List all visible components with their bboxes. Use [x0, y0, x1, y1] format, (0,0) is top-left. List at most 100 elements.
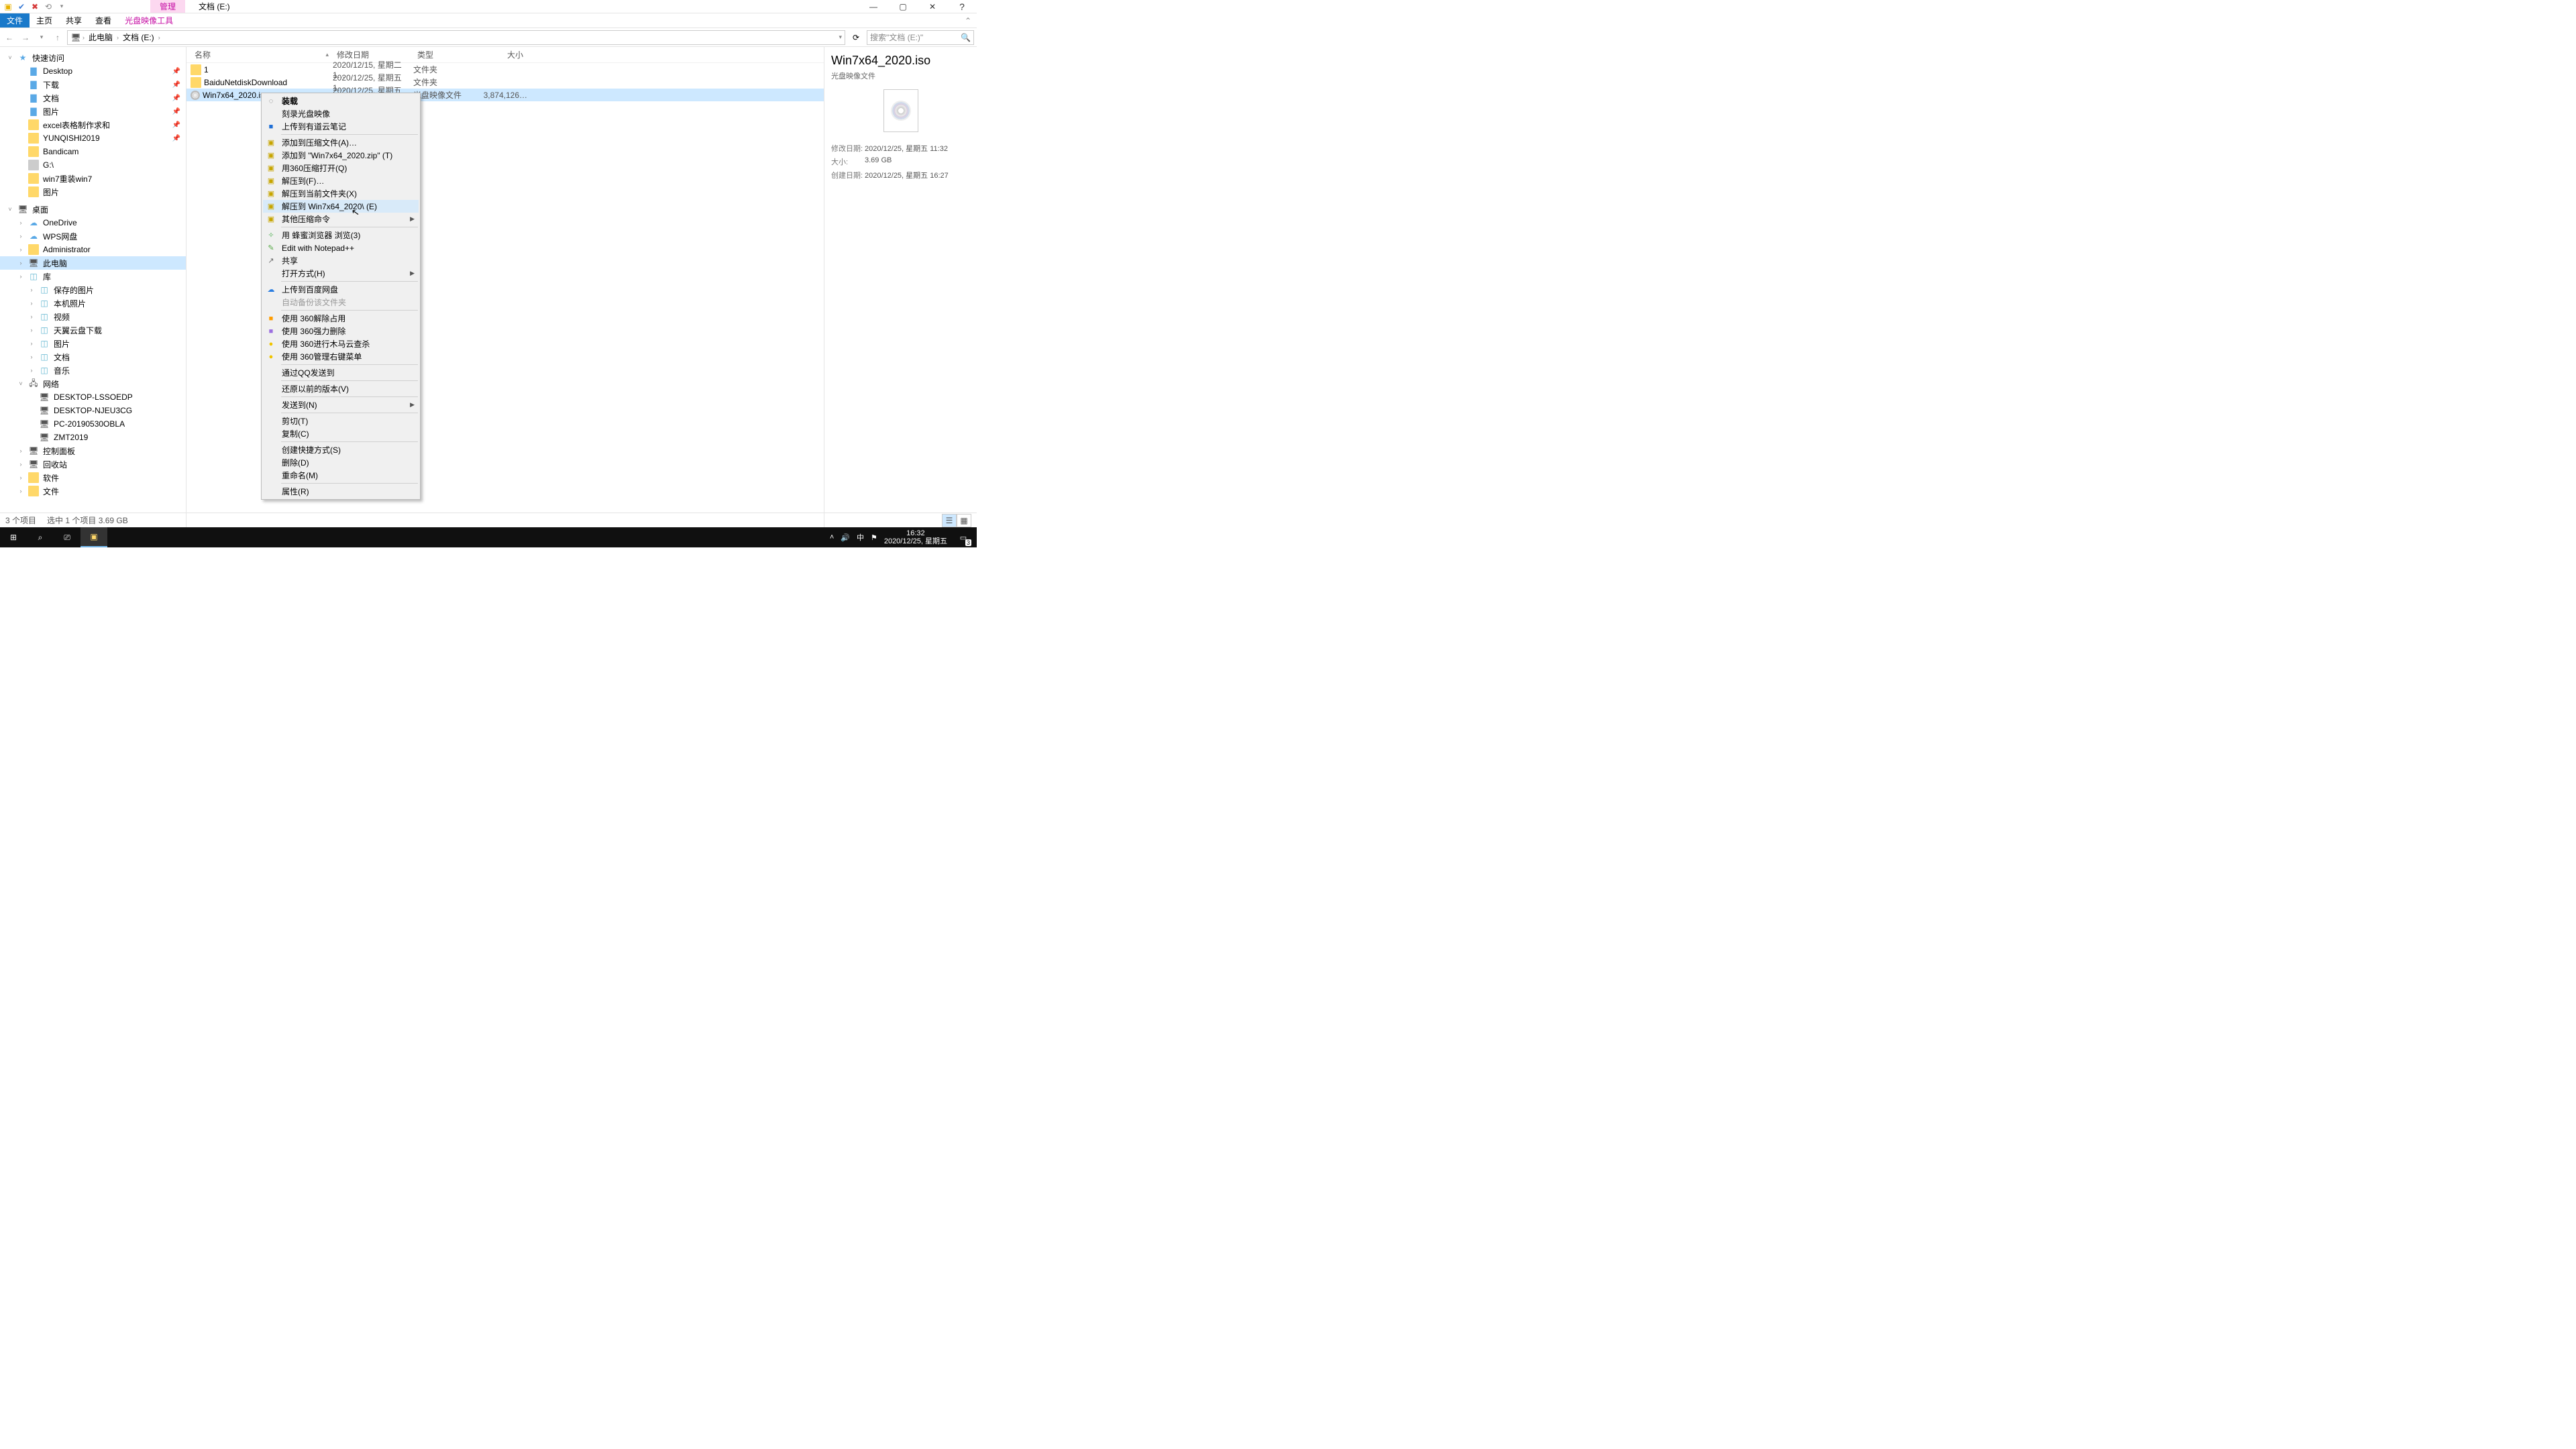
start-button[interactable]: ⊞	[0, 527, 27, 547]
menu-item[interactable]: ☁上传到百度网盘	[263, 283, 419, 296]
tree-item[interactable]: ›🖥此电脑	[0, 256, 186, 270]
system-tray[interactable]: ˄ 🔊 中 ⚑ 16:32 2020/12/25, 星期五 ▭3	[830, 527, 977, 547]
column-headers[interactable]: 名称▴ 修改日期 类型 大小	[186, 47, 824, 63]
menu-item[interactable]: 删除(D)	[263, 456, 419, 469]
ribbon-expand-icon[interactable]: ⌃	[959, 13, 977, 28]
breadcrumb[interactable]: 🖥 › 此电脑 › 文档 (E:) › ▾	[67, 30, 845, 45]
menu-item[interactable]: ✧用 蜂蜜浏览器 浏览(3)	[263, 229, 419, 241]
context-menu[interactable]: ◌装载刻录光盘映像■上传到有道云笔记 ▣添加到压缩文件(A)…▣添加到 "Win7…	[261, 93, 421, 500]
tray-ime-icon[interactable]: 中	[857, 532, 864, 543]
tree-item[interactable]: excel表格制作求和📌	[0, 118, 186, 131]
menu-item[interactable]: ◌装载	[263, 95, 419, 107]
ribbon-tab-context-tool[interactable]: 光盘映像工具	[118, 13, 180, 28]
tray-volume-icon[interactable]: 🔊	[841, 533, 850, 542]
maximize-button[interactable]: ▢	[888, 0, 918, 13]
help-button[interactable]: ?	[947, 0, 977, 13]
menu-item[interactable]: ▣解压到 Win7x64_2020\ (E)	[263, 200, 419, 213]
menu-item[interactable]: ●使用 360进行木马云查杀	[263, 337, 419, 350]
tray-overflow-icon[interactable]: ˄	[830, 533, 834, 541]
qat-close-icon[interactable]: ✖	[30, 1, 40, 12]
action-center-button[interactable]: ▭3	[954, 527, 973, 547]
file-row[interactable]: BaiduNetdiskDownload2020/12/25, 星期五 1…文件…	[186, 76, 824, 89]
menu-item[interactable]: 复制(C)	[263, 427, 419, 440]
col-name[interactable]: 名称▴	[191, 49, 333, 60]
col-type[interactable]: 类型	[413, 49, 480, 60]
tree-item[interactable]: ›◫图片	[0, 337, 186, 350]
tree-item[interactable]: YUNQISHI2019📌	[0, 131, 186, 145]
tree-item[interactable]: ›◫音乐	[0, 364, 186, 377]
qat-dropdown-icon[interactable]: ▾	[56, 1, 67, 12]
ribbon-tab-view[interactable]: 查看	[89, 13, 118, 28]
menu-item[interactable]: 还原以前的版本(V)	[263, 382, 419, 395]
breadcrumb-dropdown-icon[interactable]: ▾	[839, 34, 842, 41]
taskbar-clock[interactable]: 16:32 2020/12/25, 星期五	[884, 529, 947, 545]
view-details-button[interactable]: ☰	[942, 514, 957, 527]
col-size[interactable]: 大小	[480, 49, 527, 60]
chevron-right-icon[interactable]: ›	[158, 34, 160, 41]
tree-item[interactable]: ›◫本机照片	[0, 297, 186, 310]
tree-item[interactable]: 🖥DESKTOP-LSSOEDP	[0, 390, 186, 404]
view-icons-button[interactable]: ▦	[957, 514, 971, 527]
tree-item[interactable]: 🖥DESKTOP-NJEU3CG	[0, 404, 186, 417]
tree-item[interactable]: ▇图片📌	[0, 105, 186, 118]
tree-item[interactable]: ›◫库	[0, 270, 186, 283]
tree-item[interactable]: 🖥PC-20190530OBLA	[0, 417, 186, 431]
nav-up-button[interactable]: ↑	[51, 31, 64, 44]
taskbar[interactable]: ⊞ ⌕ ⎚ ▣ ˄ 🔊 中 ⚑ 16:32 2020/12/25, 星期五 ▭3	[0, 527, 977, 547]
tree-item[interactable]: ›☁OneDrive	[0, 216, 186, 229]
tree-item[interactable]: ›软件	[0, 471, 186, 484]
menu-item[interactable]: ■使用 360强力删除	[263, 325, 419, 337]
tree-item[interactable]: ›🖥回收站	[0, 458, 186, 471]
menu-item[interactable]: ▣添加到压缩文件(A)…	[263, 136, 419, 149]
menu-item[interactable]: ↗共享	[263, 254, 419, 267]
tree-item[interactable]: 🖥ZMT2019	[0, 431, 186, 444]
tree-item[interactable]: ›文件	[0, 484, 186, 498]
tree-item[interactable]: ›◫文档	[0, 350, 186, 364]
menu-item[interactable]: 创建快捷方式(S)	[263, 443, 419, 456]
crumb-this-pc[interactable]: 此电脑	[86, 32, 115, 43]
tree-item[interactable]: ˅★快速访问	[0, 51, 186, 64]
tree-item[interactable]: G:\	[0, 158, 186, 172]
nav-back-button[interactable]: ←	[3, 31, 16, 44]
menu-item[interactable]: ▣解压到(F)…	[263, 174, 419, 187]
ribbon-tab-share[interactable]: 共享	[59, 13, 89, 28]
menu-item[interactable]: 重命名(M)	[263, 469, 419, 482]
menu-item[interactable]: 属性(R)	[263, 485, 419, 498]
chevron-right-icon[interactable]: ›	[83, 34, 85, 41]
qat-undo-icon[interactable]: ⟲	[43, 1, 54, 12]
crumb-folder[interactable]: 文档 (E:)	[120, 32, 157, 43]
menu-item[interactable]: ●使用 360管理右键菜单	[263, 350, 419, 363]
tree-item[interactable]: ›◫保存的图片	[0, 283, 186, 297]
menu-item[interactable]: ✎Edit with Notepad++	[263, 241, 419, 254]
tree-item[interactable]: ˅🖥桌面	[0, 203, 186, 216]
menu-item[interactable]: 通过QQ发送到	[263, 366, 419, 379]
tray-security-icon[interactable]: ⚑	[871, 533, 877, 542]
tree-item[interactable]: ›☁WPS网盘	[0, 229, 186, 243]
tree-item[interactable]: win7重装win7	[0, 172, 186, 185]
menu-item[interactable]: ▣解压到当前文件夹(X)	[263, 187, 419, 200]
chevron-right-icon[interactable]: ›	[117, 34, 119, 41]
nav-tree[interactable]: ˅★快速访问▇Desktop📌▇下载📌▇文档📌▇图片📌excel表格制作求和📌Y…	[0, 47, 186, 527]
close-button[interactable]: ✕	[918, 0, 947, 13]
menu-item[interactable]: ■上传到有道云笔记	[263, 120, 419, 133]
nav-recent-dropdown[interactable]: ▾	[35, 31, 48, 44]
menu-item[interactable]: ▣添加到 "Win7x64_2020.zip" (T)	[263, 149, 419, 162]
ribbon-tab-file[interactable]: 文件	[0, 13, 30, 28]
menu-item[interactable]: 刻录光盘映像	[263, 107, 419, 120]
qat-save-icon[interactable]: ✔	[16, 1, 27, 12]
menu-item[interactable]: ■使用 360解除占用	[263, 312, 419, 325]
menu-item[interactable]: 打开方式(H)▶	[263, 267, 419, 280]
tree-item[interactable]: 图片	[0, 185, 186, 199]
file-row[interactable]: 12020/12/15, 星期二 1…文件夹	[186, 63, 824, 76]
taskbar-search-button[interactable]: ⌕	[27, 527, 54, 547]
taskbar-explorer-button[interactable]: ▣	[80, 527, 107, 547]
tree-item[interactable]: ˅🖧网络	[0, 377, 186, 390]
minimize-button[interactable]: ―	[859, 0, 888, 13]
tree-item[interactable]: Bandicam	[0, 145, 186, 158]
nav-forward-button[interactable]: →	[19, 31, 32, 44]
tree-item[interactable]: ›◫视频	[0, 310, 186, 323]
ribbon-tab-home[interactable]: 主页	[30, 13, 59, 28]
refresh-button[interactable]: ⟳	[848, 33, 864, 42]
menu-item[interactable]: 剪切(T)	[263, 415, 419, 427]
tree-item[interactable]: ›Administrator	[0, 243, 186, 256]
